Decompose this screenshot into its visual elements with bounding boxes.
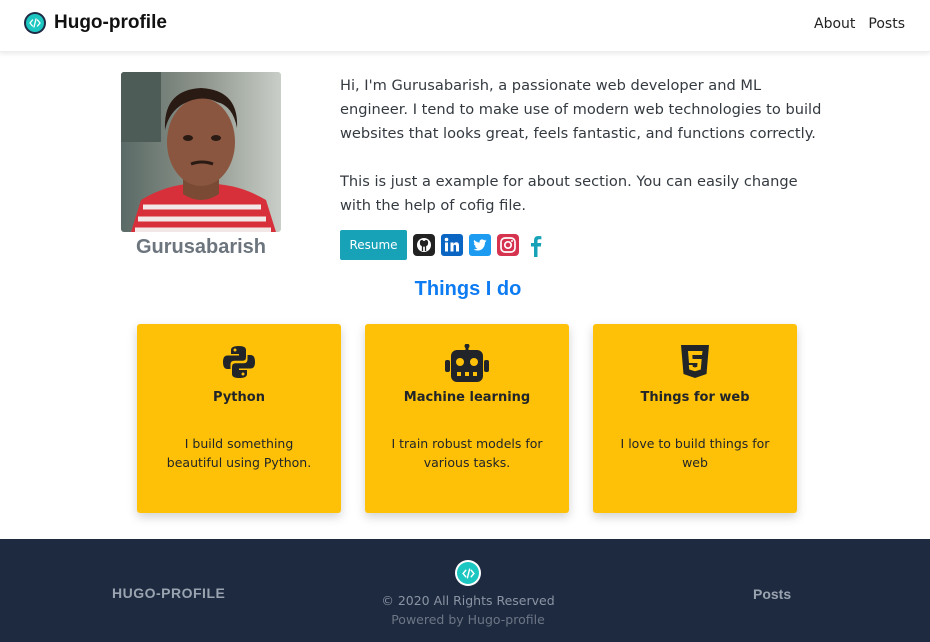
footer-code-logo-icon: [455, 560, 481, 586]
robot-icon: [365, 344, 569, 382]
footer-powered-by: Powered by Hugo-profile: [391, 612, 545, 627]
about-bio: Hi, I'm Gurusabarish, a passionate web d…: [340, 74, 830, 242]
card-text: I love to build things for web: [620, 436, 770, 470]
card-machine-learning: Machine learning I train robust models f…: [365, 324, 569, 513]
instagram-icon[interactable]: [497, 234, 519, 256]
card-python: Python I build something beautiful using…: [137, 324, 341, 513]
nav-link-about[interactable]: About: [814, 16, 855, 32]
brand-link[interactable]: Hugo-profile: [24, 12, 167, 34]
card-text: I build something beautiful using Python…: [166, 436, 312, 470]
nav-links: About Posts: [814, 16, 905, 32]
card-title: Python: [213, 390, 265, 405]
card-title: Things for web: [640, 390, 750, 405]
bio-paragraph-2: This is just a example for about section…: [340, 173, 798, 214]
twitter-icon[interactable]: [469, 234, 491, 256]
profile-photo: [121, 72, 281, 232]
profile-name: Gurusabarish: [135, 236, 267, 258]
python-icon: [137, 344, 341, 382]
section-title-things-i-do: Things I do: [414, 278, 522, 300]
linkedin-icon[interactable]: [441, 234, 463, 256]
facebook-icon[interactable]: [525, 234, 547, 257]
navbar: Hugo-profile About Posts: [0, 0, 930, 52]
code-logo-icon: [24, 12, 46, 34]
resume-button[interactable]: Resume: [340, 230, 407, 260]
card-text: I train robust models for various tasks.: [391, 436, 543, 470]
footer: HUGO-PROFILE © 2020 All Rights Reserved …: [0, 539, 930, 642]
html5-icon: [593, 344, 797, 382]
bio-paragraph-1: Hi, I'm Gurusabarish, a passionate web d…: [340, 77, 822, 142]
card-title: Machine learning: [403, 390, 531, 405]
brand-name: Hugo-profile: [54, 12, 167, 33]
footer-link-posts[interactable]: Posts: [753, 586, 791, 602]
github-icon[interactable]: [413, 234, 435, 256]
nav-link-posts[interactable]: Posts: [868, 16, 905, 32]
card-things-for-web: Things for web I love to build things fo…: [593, 324, 797, 513]
social-links: Resume: [340, 230, 547, 260]
